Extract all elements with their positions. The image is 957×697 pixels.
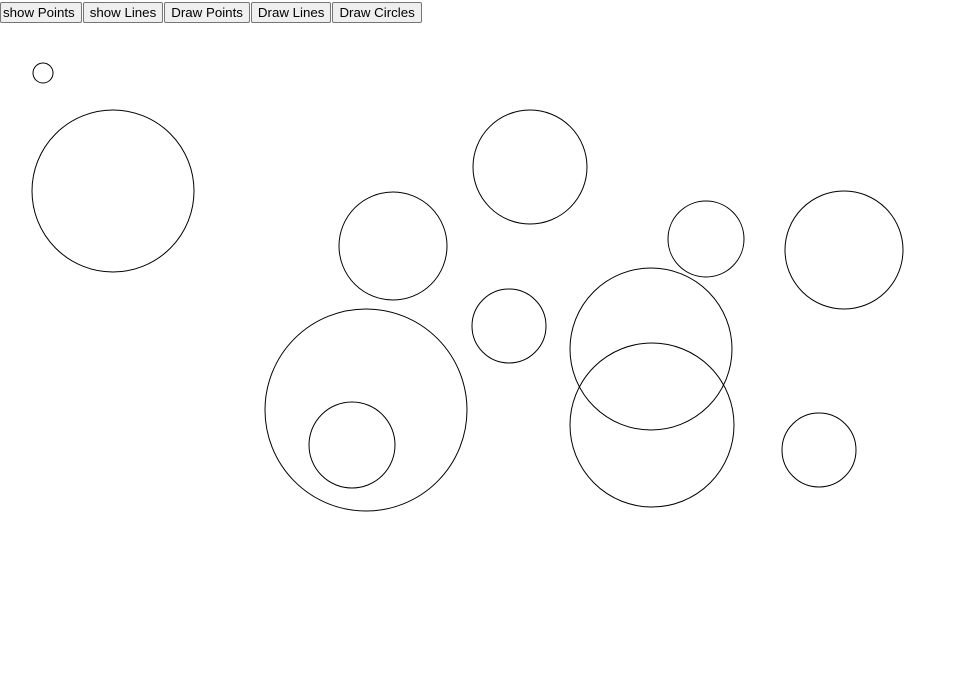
drawn-circle bbox=[569, 342, 735, 508]
show-points-button[interactable]: show Points bbox=[0, 2, 82, 23]
show-lines-button[interactable]: show Lines bbox=[82, 2, 164, 23]
drawn-circle bbox=[781, 412, 857, 488]
drawn-circle bbox=[472, 109, 588, 225]
drawn-circle bbox=[667, 200, 745, 278]
toolbar: show Points show Lines Draw Points Draw … bbox=[0, 2, 422, 23]
drawn-circle bbox=[32, 62, 54, 84]
drawn-circle bbox=[264, 308, 468, 512]
draw-points-button[interactable]: Draw Points bbox=[164, 2, 250, 23]
drawn-circle bbox=[569, 267, 733, 431]
drawn-circle bbox=[308, 401, 396, 489]
drawn-circle bbox=[338, 191, 448, 301]
draw-circles-button[interactable]: Draw Circles bbox=[332, 2, 422, 23]
drawing-canvas[interactable] bbox=[0, 0, 957, 697]
drawn-circle bbox=[784, 190, 904, 310]
drawn-circle bbox=[31, 109, 195, 273]
drawn-circle bbox=[471, 288, 547, 364]
draw-lines-button[interactable]: Draw Lines bbox=[250, 2, 332, 23]
